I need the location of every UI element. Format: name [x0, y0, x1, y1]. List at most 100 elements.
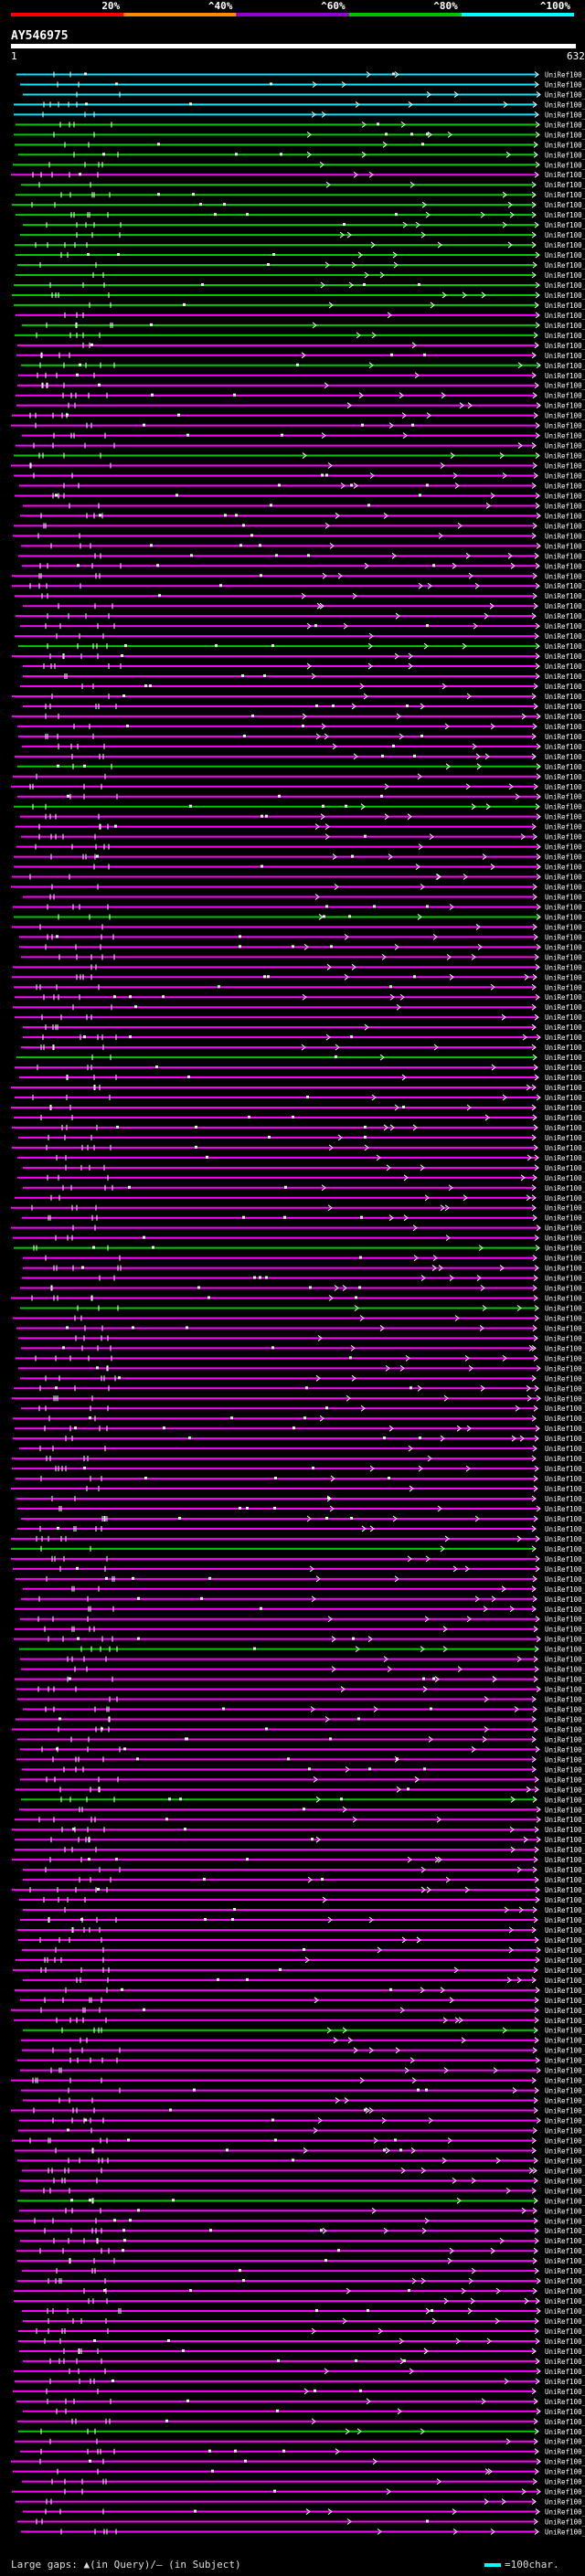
hit-label: UniRef100_A7QEW6 — [545, 392, 585, 400]
insertion-marker — [270, 504, 272, 507]
hit-row: UniRef100_A9SMZ6 — [21, 2037, 585, 2045]
insertion-marker — [242, 1215, 245, 1219]
insertion-marker — [312, 1467, 314, 1470]
hit-row: UniRef100_B9SLK4 — [12, 2136, 585, 2145]
insertion-marker — [274, 1477, 277, 1480]
hit-label: UniRef100_B9HFC7 — [545, 1545, 585, 1553]
insertion-marker — [79, 173, 81, 176]
insertion-marker — [413, 754, 416, 758]
hit-label: UniRef100_Q69P18 — [545, 2378, 585, 2386]
hit-label: UniRef100_B8AFR8 — [545, 1094, 585, 1102]
insertion-marker — [128, 1185, 131, 1189]
hit-label: UniRef100_B8BL29 — [545, 1235, 585, 1243]
hit-label: UniRef100_B9HEU6 — [545, 2428, 585, 2436]
insertion-marker — [426, 905, 429, 908]
insertion-marker — [329, 1737, 332, 1741]
hit-row: UniRef100_Q0JEL5 — [16, 2398, 585, 2406]
hit-row: UniRef100_C0PTN1 — [15, 1676, 585, 1684]
hit-row: UniRef100_Q2R2J4 — [16, 1354, 585, 1362]
hit-label: UniRef100_A2ZBY8 — [545, 1384, 585, 1393]
hit-label: UniRef100_Q4G2V7 — [545, 1184, 585, 1193]
identity-scale-bar: 20% ^40% ^60% ^80% ^100% — [0, 0, 585, 26]
insertion-marker — [242, 2279, 245, 2283]
insertion-marker — [325, 1516, 328, 1520]
insertion-marker — [383, 2148, 386, 2152]
insertion-marker — [281, 433, 283, 437]
insertion-marker — [165, 1818, 168, 1821]
hit-label: UniRef100_B9NL52 — [545, 2438, 585, 2446]
hit-label: UniRef100_A2WQJ5 — [545, 342, 585, 350]
scale-label-1: 20% — [101, 0, 120, 12]
insertion-marker — [81, 1266, 84, 1269]
hit-label: UniRef100_B8AKS3 — [545, 452, 585, 461]
insertion-marker — [83, 1467, 86, 1470]
hit-row: UniRef100_B9I6I0 — [16, 402, 585, 410]
hit-label: UniRef100_A2YEG3 — [545, 1013, 585, 1022]
hit-label: UniRef100_Q6H845 — [545, 1164, 585, 1172]
hit-row: UniRef100_B9N9G9 — [15, 1425, 585, 1433]
insertion-marker — [265, 1276, 268, 1279]
insertion-marker — [74, 1426, 77, 1430]
insertion-marker — [66, 1326, 69, 1330]
insertion-marker — [332, 704, 335, 707]
hit-row: UniRef100_Q6V0X3 — [20, 2187, 585, 2195]
hit-row: UniRef100_A7QDL9 — [19, 1445, 585, 1453]
hit-label: UniRef100_Q0IRA3 — [545, 1285, 585, 1293]
insertion-marker — [102, 153, 105, 156]
hit-label: UniRef100_B9RF52 — [545, 1304, 585, 1312]
hit-row: UniRef100_Q8LKV9 — [11, 1485, 585, 1493]
insertion-marker — [187, 1076, 190, 1079]
insertion-marker — [265, 1727, 268, 1731]
hit-row: UniRef100_A6N114 — [18, 2327, 585, 2336]
hit-label: UniRef100_B9FC38 — [545, 161, 585, 169]
insertion-marker — [259, 544, 261, 547]
hit-label: UniRef100_Q0J5T2 — [545, 542, 585, 550]
hit-label: UniRef100_B9HE20 — [545, 1977, 585, 1985]
query-end-position: 632 — [567, 50, 585, 62]
hit-row: UniRef100_A7QHK8 — [23, 893, 585, 901]
hit-label: UniRef100_UPI000... — [545, 1816, 585, 1824]
hit-label: UniRef100_Q0IU97 — [545, 713, 585, 721]
query-sequence-bar — [11, 44, 576, 48]
hit-label: UniRef100_B9NFD3 — [545, 281, 585, 290]
hit-row: UniRef100_Q2S0E4 — [20, 1745, 585, 1754]
hit-label: UniRef100_B9EYY2 — [545, 332, 585, 340]
hit-row: UniRef100_A7RS10 — [12, 923, 585, 931]
hit-label: UniRef100_Q1RS30 — [545, 1505, 585, 1513]
insertion-marker — [423, 1767, 426, 1771]
insertion-marker — [292, 1115, 294, 1118]
insertion-marker — [263, 674, 266, 678]
hit-row: UniRef100_B8BL50 — [15, 993, 585, 1002]
insertion-marker — [355, 2359, 357, 2362]
hit-row: UniRef100_C7J8B2 — [17, 723, 585, 731]
hit-label: UniRef100_B9FI95 — [545, 1224, 585, 1233]
hit-label: UniRef100_UPI000... — [545, 1074, 585, 1082]
insertion-marker — [423, 353, 426, 356]
hit-label: UniRef100_B8B443 — [545, 2017, 585, 2025]
hit-label: UniRef100_UPI000... — [545, 2247, 585, 2255]
hit-row: UniRef100_A5A8M2 — [16, 1755, 585, 1764]
insertion-marker — [355, 1296, 357, 1299]
hit-label: UniRef100_Q9ZTJ8 — [545, 2267, 585, 2275]
insertion-marker — [314, 624, 317, 628]
legend-footer: Large gaps: ▲(in Query)/— (in Subject) =… — [0, 2555, 585, 2573]
hit-label: UniRef100_Q9ZTJ9 — [545, 2257, 585, 2265]
hit-label: UniRef100_B8BL50 — [545, 993, 585, 1002]
insertion-marker — [214, 213, 217, 217]
hit-row: UniRef100_Q9ZTJ9 — [17, 2257, 585, 2265]
insertion-marker — [233, 393, 236, 397]
insertion-marker — [122, 2229, 125, 2232]
hit-row: UniRef100_A5AE51 — [15, 141, 585, 149]
insertion-marker — [363, 282, 366, 286]
hit-row: UniRef100_A3AHJ1 — [14, 522, 585, 530]
hit-label: UniRef100_Q8VYT7 — [545, 1415, 585, 1423]
hit-row: UniRef100_B9HE20 — [23, 1977, 585, 1985]
hit-label: UniRef100_C7J8B6 — [545, 362, 585, 370]
hit-label: UniRef100_A7Q1M8 — [545, 2498, 585, 2507]
insertion-marker — [402, 1105, 405, 1108]
hit-label: UniRef100_A7RS10 — [545, 923, 585, 931]
insertion-marker — [189, 804, 192, 808]
insertion-marker — [150, 544, 153, 547]
hit-row: UniRef100_A7QFF3 — [16, 1475, 585, 1483]
hit-row: UniRef100_Q0IRA3 — [20, 1285, 585, 1293]
